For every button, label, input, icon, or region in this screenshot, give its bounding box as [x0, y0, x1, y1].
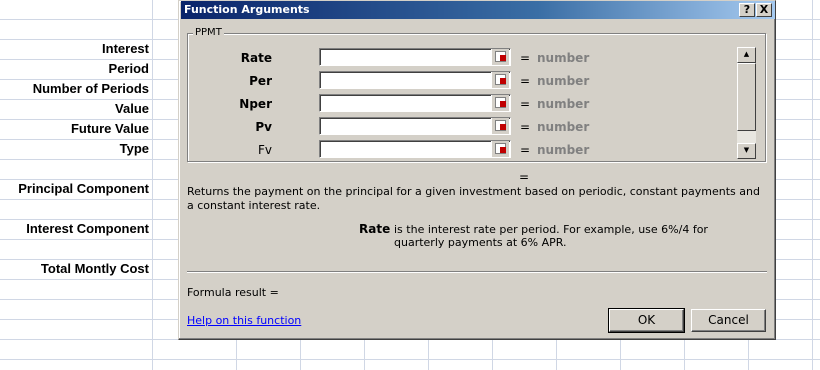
nper-input[interactable] — [319, 94, 511, 112]
cell-label-interest[interactable]: Interest — [102, 39, 149, 59]
arg-hint-per: number — [537, 74, 590, 88]
arg-hint-fv: number — [537, 143, 590, 157]
arg-row-rate: Rate = number — [188, 48, 728, 68]
collapse-dialog-icon[interactable] — [491, 72, 509, 88]
cell-label-total-monthly-cost[interactable]: Total Montly Cost — [41, 259, 149, 279]
cell-label-interest-component[interactable]: Interest Component — [26, 219, 149, 239]
grid-line — [152, 0, 153, 370]
equals-sign: = — [520, 143, 531, 157]
function-arguments-dialog: Function Arguments ? X PPMT Rate = numbe… — [178, 0, 776, 340]
arg-hint-pv: number — [537, 120, 590, 134]
collapse-dialog-icon[interactable] — [491, 118, 509, 134]
arg-label-rate: Rate — [240, 51, 272, 65]
ok-button[interactable]: OK — [608, 308, 685, 333]
formula-result-label: Formula result = — [187, 286, 279, 299]
arg-help-name: Rate — [359, 222, 391, 236]
collapse-dialog-icon[interactable] — [491, 49, 509, 65]
arguments-scrollbar[interactable]: ▲ ▼ — [737, 47, 756, 159]
arg-hint-nper: number — [537, 97, 590, 111]
close-button[interactable]: X — [756, 3, 772, 17]
collapse-dialog-icon[interactable] — [491, 141, 509, 157]
grid-line — [812, 0, 813, 370]
collapse-dialog-icon[interactable] — [491, 95, 509, 111]
arg-row-pv: Pv = number — [188, 117, 728, 137]
arg-label-fv: Fv — [257, 143, 272, 157]
dialog-titlebar[interactable]: Function Arguments ? X — [181, 1, 775, 19]
equals-sign: = — [520, 120, 531, 134]
pv-input[interactable] — [319, 117, 511, 135]
cancel-button[interactable]: Cancel — [691, 309, 766, 332]
arguments-groupbox: PPMT Rate = number Per = number Nper = n… — [187, 27, 766, 162]
help-on-function-link[interactable]: Help on this function — [187, 314, 301, 327]
arg-help-text: is the interest rate per period. For exa… — [394, 223, 708, 249]
cell-label-principal-component[interactable]: Principal Component — [18, 179, 149, 199]
help-button[interactable]: ? — [739, 3, 755, 17]
arg-label-nper: Nper — [239, 97, 272, 111]
scrollbar-thumb[interactable] — [737, 63, 756, 131]
fv-input[interactable] — [319, 140, 511, 158]
cell-label-type[interactable]: Type — [120, 139, 149, 159]
rate-input[interactable] — [319, 48, 511, 66]
arg-label-per: Per — [249, 74, 272, 88]
scroll-up-arrow-icon[interactable]: ▲ — [737, 47, 756, 63]
equals-sign: = — [520, 51, 531, 65]
divider — [187, 271, 767, 273]
arg-row-nper: Nper = number — [188, 94, 728, 114]
arg-label-pv: Pv — [255, 120, 272, 134]
arg-hint-rate: number — [537, 51, 590, 65]
per-input[interactable] — [319, 71, 511, 89]
grid-line — [0, 359, 820, 360]
equals-sign: = — [520, 74, 531, 88]
arg-row-per: Per = number — [188, 71, 728, 91]
dialog-title: Function Arguments — [184, 3, 310, 16]
function-description: Returns the payment on the principal for… — [187, 185, 760, 212]
cell-label-value[interactable]: Value — [115, 99, 149, 119]
scroll-down-arrow-icon[interactable]: ▼ — [737, 143, 756, 159]
cell-label-future-value[interactable]: Future Value — [71, 119, 149, 139]
equals-sign: = — [520, 97, 531, 111]
cell-label-number-of-periods[interactable]: Number of Periods — [33, 79, 149, 99]
function-name-label: PPMT — [193, 27, 224, 39]
arg-row-fv: Fv = number — [188, 140, 728, 160]
function-result-equals: = — [519, 170, 530, 184]
cell-label-period[interactable]: Period — [109, 59, 149, 79]
